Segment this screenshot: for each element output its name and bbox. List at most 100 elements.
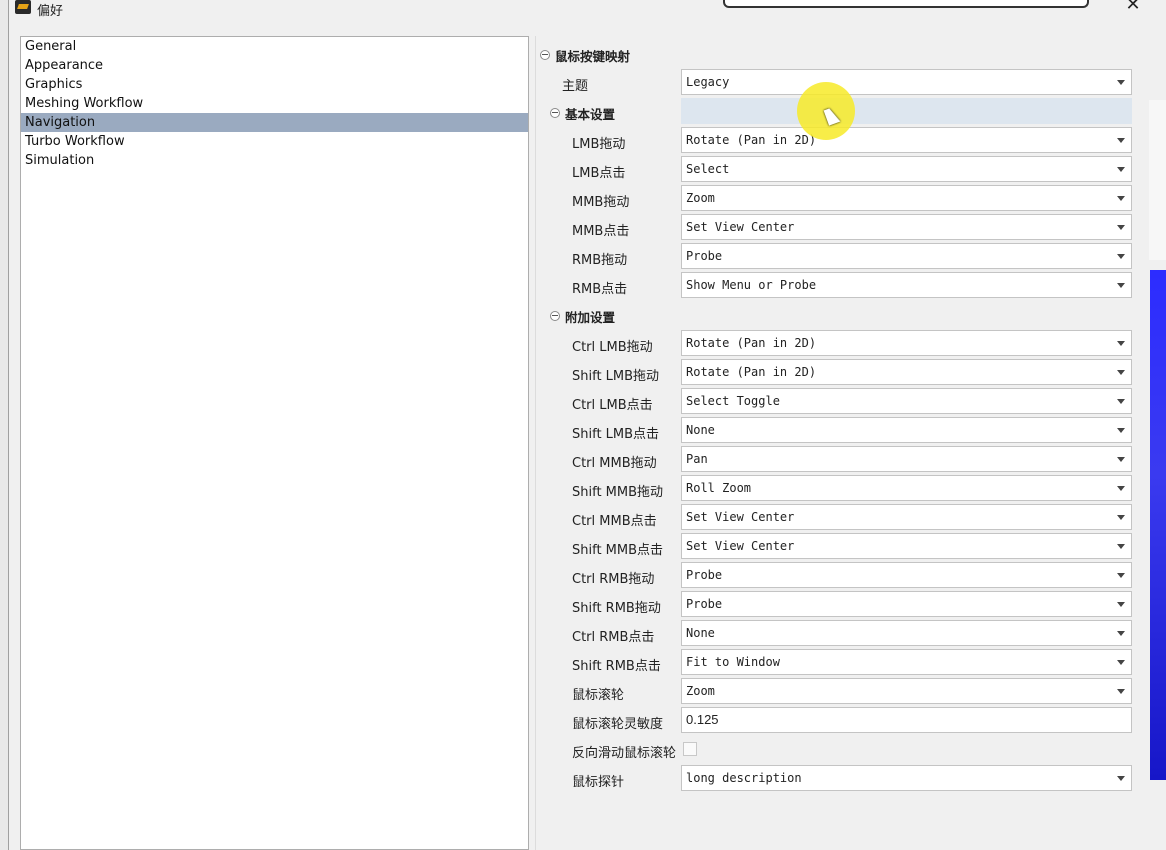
ctrl-mmb-click-value: Set View Center [686, 510, 795, 524]
chevron-down-icon [1117, 167, 1125, 172]
window-title: 偏好 [37, 4, 64, 19]
nav-item-graphics[interactable]: Graphics [21, 75, 528, 94]
reverse-wheel-checkbox[interactable] [683, 742, 697, 756]
shift-rmb-click-label: Shift RMB点击 [572, 659, 661, 674]
chevron-down-icon [1117, 602, 1125, 607]
theme-dropdown[interactable]: Legacy [681, 69, 1132, 95]
preferences-dialog: 偏好 ✕ General Appearance Graphics Meshing… [8, 0, 1149, 850]
section-basic-title: 基本设置 [565, 107, 616, 122]
shift-mmb-drag-value: Roll Zoom [686, 481, 752, 495]
ctrl-lmb-drag-label: Ctrl LMB拖动 [572, 340, 653, 355]
chevron-down-icon [1117, 341, 1125, 346]
ctrl-lmb-click-label: Ctrl LMB点击 [572, 398, 653, 413]
shift-mmb-drag-dropdown[interactable]: Roll Zoom [681, 475, 1132, 501]
nav-item-turbo-workflow[interactable]: Turbo Workflow [21, 132, 528, 151]
section-extra[interactable]: 附加设置 [550, 307, 615, 326]
reverse-wheel-label: 反向滑动鼠标滚轮 [572, 746, 677, 761]
ctrl-rmb-drag-label: Ctrl RMB拖动 [572, 572, 655, 587]
rmb-drag-dropdown[interactable]: Probe [681, 243, 1132, 269]
mouse-wheel-value: Zoom [686, 684, 715, 698]
background-app-right [1148, 0, 1166, 850]
rmb-drag-value: Probe [686, 249, 723, 263]
mmb-drag-label: MMB拖动 [572, 195, 630, 210]
close-icon[interactable]: ✕ [1125, 0, 1141, 14]
lmb-click-dropdown[interactable]: Select [681, 156, 1132, 182]
shift-rmb-click-value: Fit to Window [686, 655, 780, 669]
preferences-nav-list: General Appearance Graphics Meshing Work… [20, 36, 529, 850]
collapse-icon[interactable] [550, 108, 560, 118]
chevron-down-icon [1117, 515, 1125, 520]
ctrl-lmb-click-value: Select Toggle [686, 394, 780, 408]
chevron-down-icon [1117, 225, 1125, 230]
ctrl-rmb-click-value: None [686, 626, 715, 640]
nav-item-appearance[interactable]: Appearance [21, 56, 528, 75]
ctrl-rmb-click-label: Ctrl RMB点击 [572, 630, 655, 645]
shift-rmb-drag-label: Shift RMB拖动 [572, 601, 661, 616]
ctrl-mmb-drag-value: Pan [686, 452, 708, 466]
chevron-down-icon [1117, 573, 1125, 578]
background-3d-view [1150, 270, 1166, 780]
shift-lmb-drag-dropdown[interactable]: Rotate (Pan in 2D) [681, 359, 1132, 385]
mouse-wheel-dropdown[interactable]: Zoom [681, 678, 1132, 704]
empty-row [681, 98, 1132, 124]
wheel-sensitivity-input[interactable]: 0.125 [681, 707, 1132, 733]
ctrl-rmb-click-dropdown[interactable]: None [681, 620, 1132, 646]
rmb-click-dropdown[interactable]: Show Menu or Probe [681, 272, 1132, 298]
ctrl-mmb-click-dropdown[interactable]: Set View Center [681, 504, 1132, 530]
title-bar: 偏好 ✕ [9, 0, 1149, 20]
shift-lmb-drag-label: Shift LMB拖动 [572, 369, 660, 384]
nav-item-meshing-workflow[interactable]: Meshing Workflow [21, 94, 528, 113]
chevron-down-icon [1117, 660, 1125, 665]
shift-lmb-click-dropdown[interactable]: None [681, 417, 1132, 443]
chevron-down-icon [1117, 196, 1125, 201]
theme-value: Legacy [686, 75, 730, 89]
lmb-drag-dropdown[interactable]: Rotate (Pan in 2D) [681, 127, 1132, 153]
wheel-sensitivity-label: 鼠标滚轮灵敏度 [572, 717, 664, 732]
lmb-drag-label: LMB拖动 [572, 137, 626, 152]
chevron-down-icon [1117, 254, 1125, 259]
lmb-click-label: LMB点击 [572, 166, 626, 181]
ctrl-mmb-drag-dropdown[interactable]: Pan [681, 446, 1132, 472]
shift-rmb-drag-value: Probe [686, 597, 723, 611]
nav-item-navigation[interactable]: Navigation [21, 113, 528, 132]
mouse-probe-value: long description [686, 771, 802, 785]
chevron-down-icon [1117, 428, 1125, 433]
collapse-icon[interactable] [540, 50, 550, 60]
ctrl-rmb-drag-dropdown[interactable]: Probe [681, 562, 1132, 588]
chevron-down-icon [1117, 776, 1125, 781]
section-basic[interactable]: 基本设置 [550, 104, 615, 123]
chevron-down-icon [1117, 689, 1125, 694]
mouse-wheel-label: 鼠标滚轮 [572, 688, 625, 703]
mmb-click-value: Set View Center [686, 220, 795, 234]
shift-mmb-drag-label: Shift MMB拖动 [572, 485, 664, 500]
ctrl-mmb-drag-label: Ctrl MMB拖动 [572, 456, 657, 471]
collapse-icon[interactable] [550, 311, 560, 321]
mmb-click-label: MMB点击 [572, 224, 630, 239]
ctrl-rmb-drag-value: Probe [686, 568, 723, 582]
ctrl-mmb-click-label: Ctrl MMB点击 [572, 514, 657, 529]
app-logo-icon [15, 0, 31, 14]
lmb-drag-value: Rotate (Pan in 2D) [686, 133, 817, 147]
chevron-down-icon [1117, 370, 1125, 375]
nav-item-simulation[interactable]: Simulation [21, 151, 528, 170]
shift-rmb-drag-dropdown[interactable]: Probe [681, 591, 1132, 617]
chevron-down-icon [1117, 283, 1125, 288]
ctrl-lmb-click-dropdown[interactable]: Select Toggle [681, 388, 1132, 414]
nav-item-general[interactable]: General [21, 37, 528, 56]
mmb-drag-dropdown[interactable]: Zoom [681, 185, 1132, 211]
mouse-probe-dropdown[interactable]: long description [681, 765, 1132, 791]
mmb-click-dropdown[interactable]: Set View Center [681, 214, 1132, 240]
mmb-drag-value: Zoom [686, 191, 715, 205]
shift-rmb-click-dropdown[interactable]: Fit to Window [681, 649, 1132, 675]
ctrl-lmb-drag-dropdown[interactable]: Rotate (Pan in 2D) [681, 330, 1132, 356]
section-mouse-mapping-title: 鼠标按键映射 [555, 49, 631, 64]
shift-mmb-click-dropdown[interactable]: Set View Center [681, 533, 1132, 559]
theme-label: 主题 [562, 79, 589, 94]
chevron-down-icon [1117, 631, 1125, 636]
title-bar-button[interactable] [723, 0, 1089, 8]
ctrl-lmb-drag-value: Rotate (Pan in 2D) [686, 336, 817, 350]
navigation-settings-panel: 鼠标按键映射 主题 Legacy 基本设置 LMB拖动 Rotate (Pan … [535, 36, 1148, 850]
shift-mmb-click-value: Set View Center [686, 539, 795, 553]
section-mouse-mapping[interactable]: 鼠标按键映射 [540, 46, 630, 65]
rmb-click-label: RMB点击 [572, 282, 628, 297]
